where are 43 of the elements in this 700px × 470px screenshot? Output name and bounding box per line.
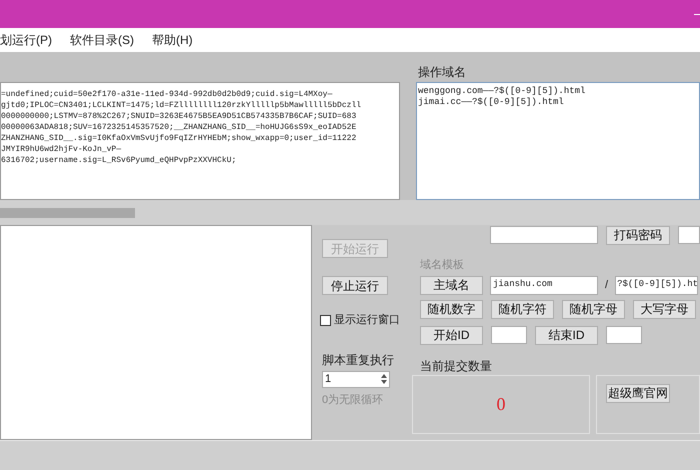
text-line: gjtd0;IPLOC=CN3401;LCLKINT=1475;ld=FZllllllll120rzkYlllllp5bMawlllll5bDczll <box>1 100 362 111</box>
password-field[interactable] <box>678 226 700 244</box>
official-site-button[interactable]: 超级鹰官网 <box>606 384 670 402</box>
group-label: 操作域名 <box>418 64 466 81</box>
end-id-field[interactable] <box>606 326 642 344</box>
stop-button[interactable]: 停止运行 <box>322 276 388 295</box>
text-line: 6316702;username.sig=L_RSv6Pyumd_eQHPvpPzXXVHCkU; <box>1 155 236 166</box>
text-line: =undefined;cuid=50e2f170-a31e-11ed-934d-992db0d2b0d9;cuid.sig=L4MXoy— <box>1 89 332 100</box>
insert-button[interactable]: 大写字母 <box>633 300 696 318</box>
menu-item[interactable]: 划运行(P) <box>0 31 52 49</box>
group-label: 当前提交数量 <box>419 358 493 374</box>
count-value: 0 <box>496 392 506 416</box>
insert-button[interactable]: 随机数字 <box>420 300 483 318</box>
spinner-value: 1 <box>325 372 332 387</box>
text-line: JMYIR9hU6wd2hjFv-KoJn_vP— <box>1 144 122 155</box>
main-domain-field[interactable]: jianshu.com <box>490 276 598 294</box>
text-line: wenggong.com——?$([0-9][5]).html <box>418 86 586 97</box>
text-line: ZHANZHANG_SID__.sig=I0KfaOxVmSvUjfo9FqIZrHYHEbM;show_wxapp=0;user_id=11222 <box>1 133 356 144</box>
repeat-hint: 0为无限循环 <box>322 392 384 408</box>
text-line: jimai.cc——?$([0-9][5]).html <box>418 97 564 108</box>
slash-separator: / <box>605 278 608 293</box>
insert-button[interactable]: 随机字符 <box>491 300 554 318</box>
scrollbar-thumb[interactable] <box>0 208 135 218</box>
start-id-button[interactable]: 开始ID <box>420 326 483 344</box>
insert-button[interactable]: 随机字母 <box>562 300 625 318</box>
repeat-label: 脚本重复执行 <box>322 352 394 368</box>
start-id-field[interactable] <box>491 326 527 344</box>
checkbox[interactable] <box>320 314 331 326</box>
text-line: 00000063ADA818;SUV=1672325145357520;__ZHANZHANG_SID__=hoHUJG6sS9x_eoIAD52E <box>1 122 356 133</box>
group-label: 域名模板 <box>419 258 465 273</box>
spin-arrows-icon <box>379 372 389 386</box>
menu-item[interactable]: 软件目录(S) <box>70 31 134 49</box>
text-line: 0000000000;LSTMV=878%2C267;SNUID=3263E4675B5EA9D51CB574335B7B6CAF;SUID=683 <box>1 111 356 122</box>
menu-item[interactable]: 帮助(H) <box>152 31 193 49</box>
repeat-spinner[interactable]: 1 <box>322 370 390 388</box>
account-field[interactable] <box>490 226 598 244</box>
captcha-password-button[interactable]: 打码密码 <box>606 226 670 244</box>
end-id-button[interactable]: 结束ID <box>535 326 598 344</box>
pattern-field[interactable]: ?$([0-9][5]).ht <box>615 276 698 294</box>
checkbox-label: 显示运行窗口 <box>334 312 400 328</box>
cookie-text-area[interactable] <box>0 82 400 200</box>
main-domain-button[interactable]: 主域名 <box>420 276 483 294</box>
domain-text-area[interactable]: wenggong.com——?$([0-9][5]).html jimai.cc——?$([0-9][5]).html <box>416 82 700 200</box>
